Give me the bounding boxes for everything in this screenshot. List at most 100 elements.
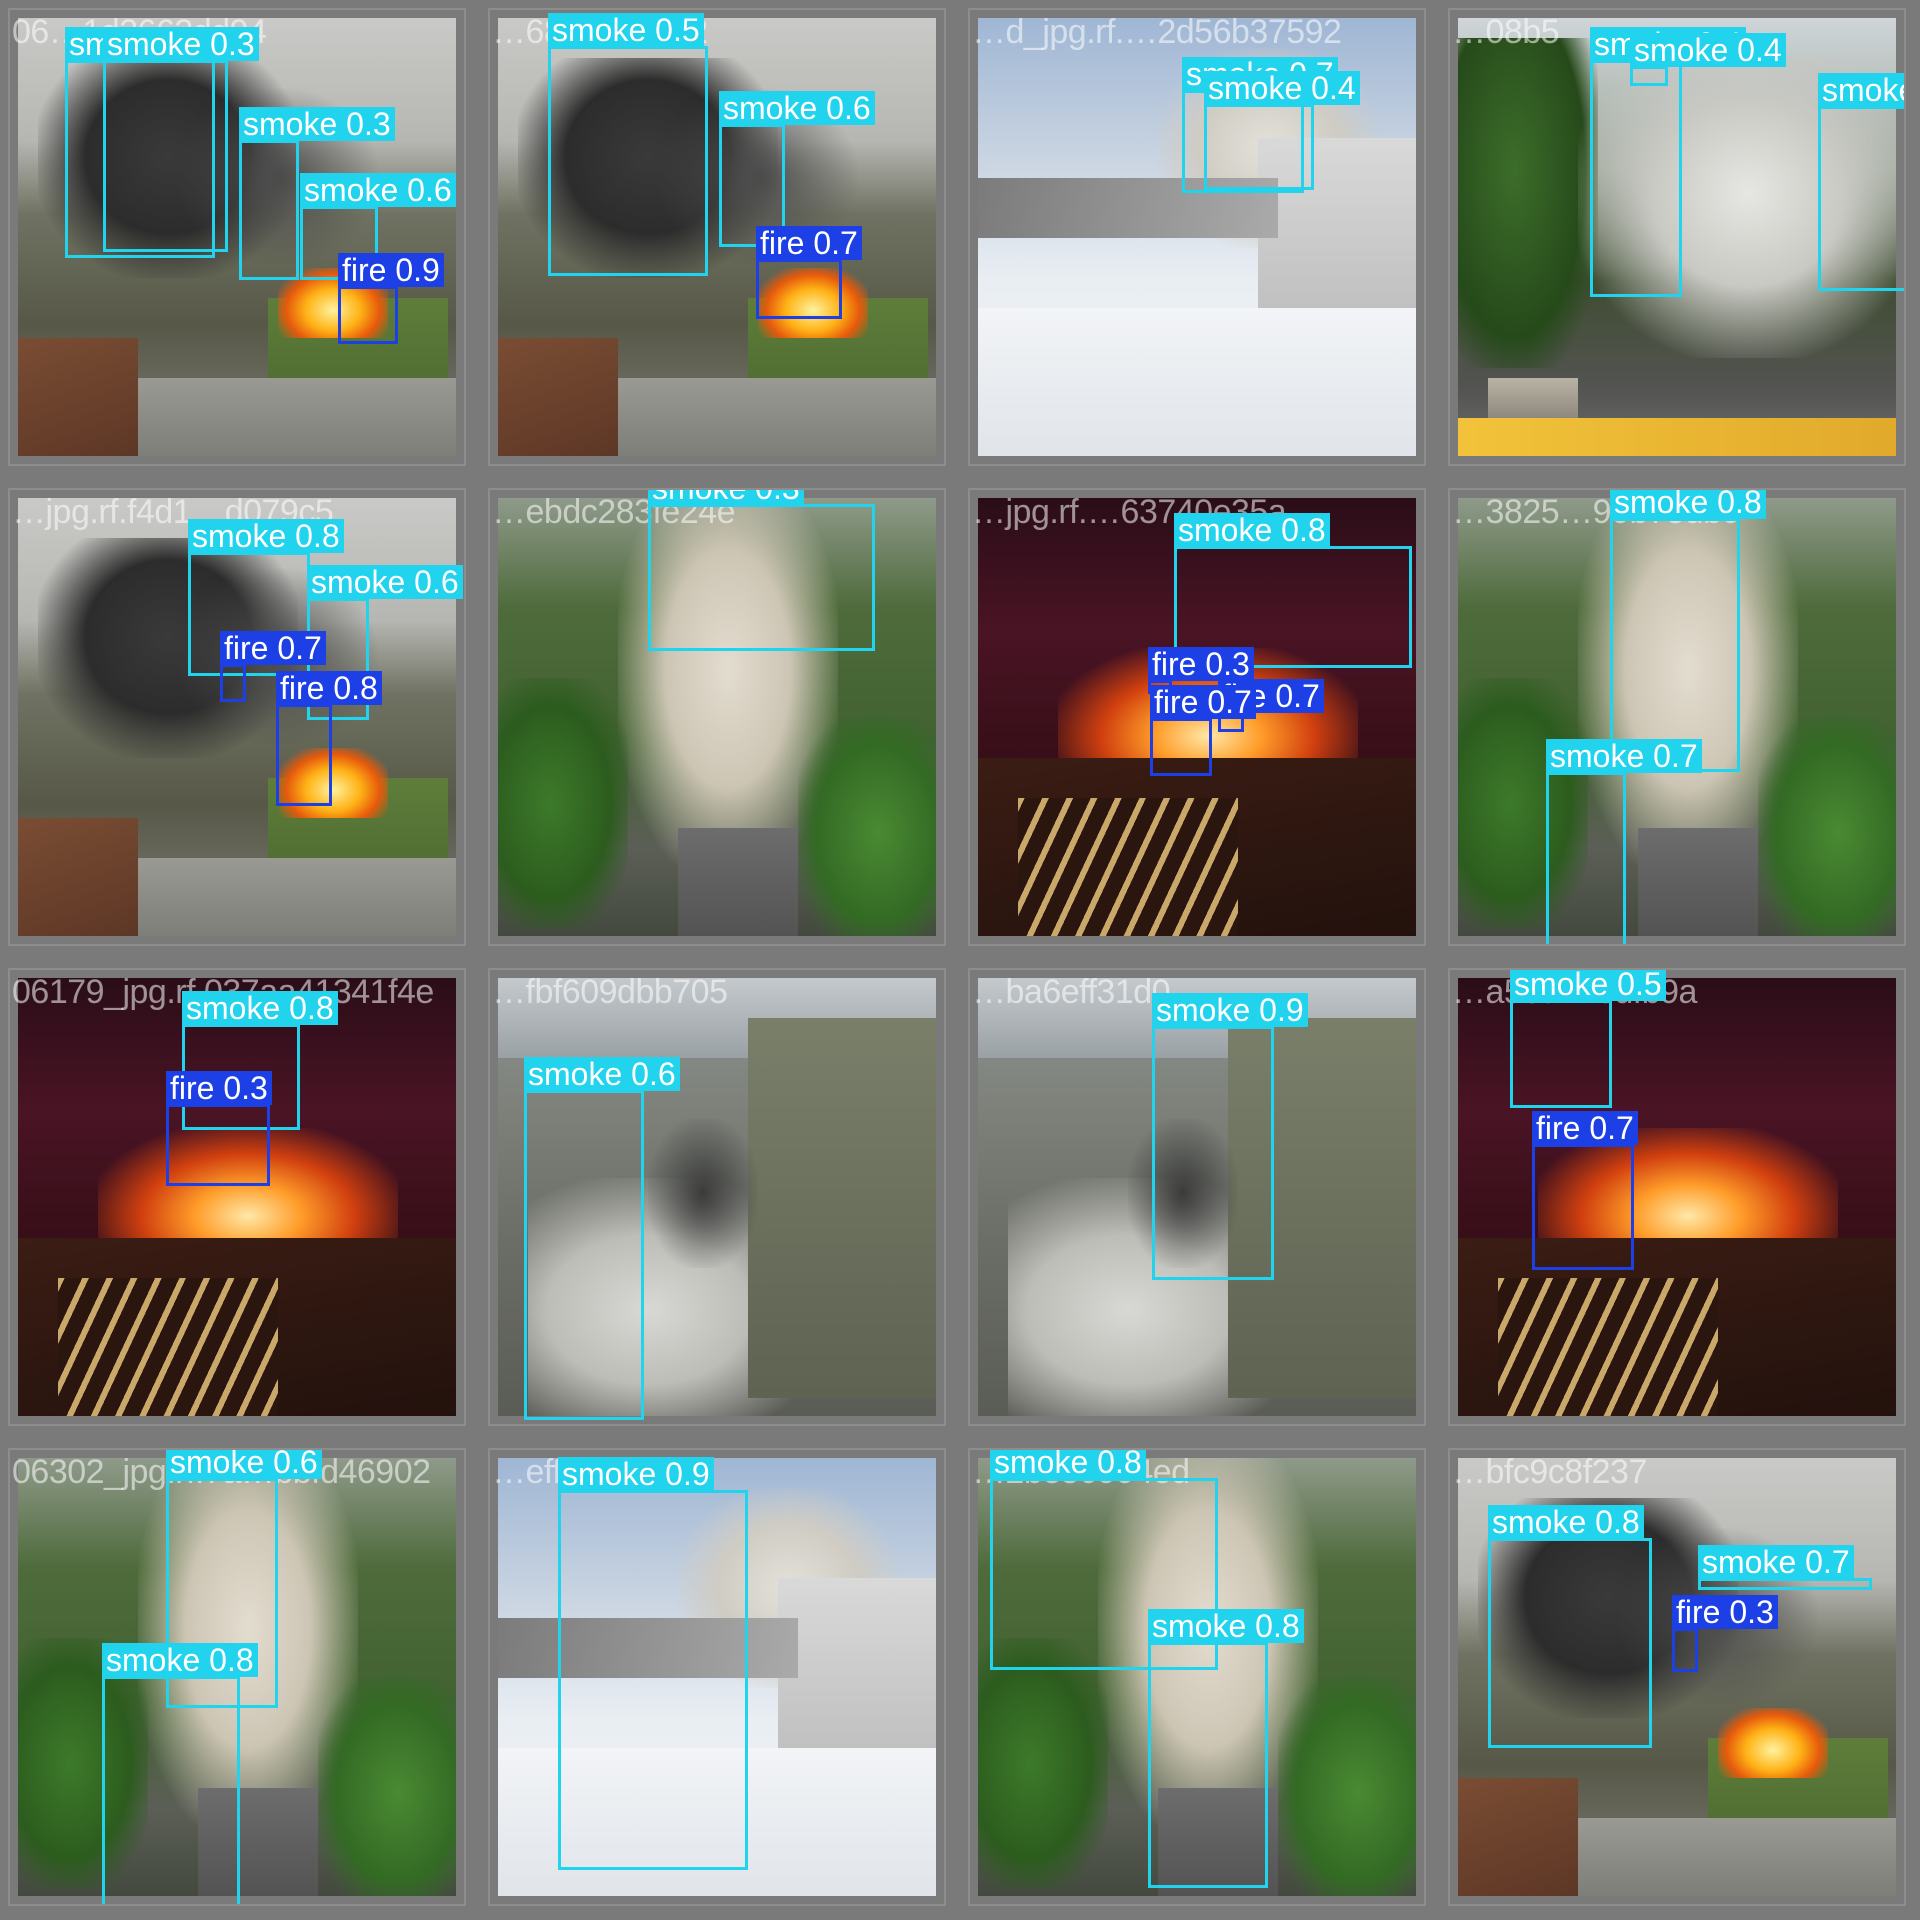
detection-tile: …3825…90b75db0 smoke 0.8 smoke 0.7 [1448,488,1906,946]
scene-region [1578,1818,1896,1896]
detection-label: smoke 0.8 [1818,73,1904,107]
detection-label: smoke 0.3 [648,490,804,505]
detection-label: fire 0.7 [1150,685,1256,719]
scene-region [498,678,628,928]
smoke-bounding-box: smoke 0.8 [1148,1609,1304,1888]
smoke-bounding-box: smoke 0.4 [1590,27,1746,297]
fire-bounding-box: fire 0.7 [756,226,862,319]
smoke-bounding-box: smoke 0.9 [558,1457,748,1870]
detection-label: smoke 0.5 [1510,970,1666,1001]
scene-region [318,1678,456,1896]
detection-tile: …jpg.rf.…63740e35a smoke 0.8 fire 0.3 fire … [968,488,1426,946]
detection-tile: 06302_jpg.rf.7a…bbfd46902smoke 0.6smoke … [8,1448,466,1906]
fire-bounding-box: fire 0.9 [338,253,444,344]
scene-region [1458,418,1896,456]
smoke-bounding-box: smoke 0.9 [1152,993,1308,1280]
scene-region [138,858,456,936]
scene-region [18,338,138,456]
scene-region [1278,1678,1416,1896]
smoke-bounding-box: smoke 0.7 [1546,739,1702,944]
detection-tile: …08b5 smoke 0.4 smoke 0.8 smoke 0.4 [1448,8,1906,466]
detection-label: smoke 0.8 [188,519,344,553]
smoke-bounding-box: smoke 0.8 [1488,1505,1652,1748]
scene-region [978,308,1416,456]
scene-region [498,338,618,456]
detection-label: smoke 0.4 [1630,33,1786,67]
detection-label: smoke 0.6 [307,565,463,599]
detection-label: smoke 0.8 [1610,490,1766,519]
smoke-bounding-box: smoke 0.5 [1510,970,1666,1108]
scene-region [1458,38,1598,368]
smoke-bounding-box: smoke 0.3 [103,27,259,252]
fire-bounding-box: fire 0.7 [220,631,326,702]
image-filename: …fbf609dbb705 [492,973,728,1011]
fire-bounding-box: fire 0.3 [166,1071,272,1186]
detection-label: smoke 0.6 [300,173,456,207]
detection-label: smoke 0.9 [558,1457,714,1491]
detection-label: smoke 0.8 [1148,1609,1304,1643]
detection-label: smoke 0.6 [524,1057,680,1091]
detection-label: smoke 0.8 [990,1450,1146,1479]
detection-label: fire 0.7 [756,226,862,260]
fire-bounding-box: fire 0.7 [1150,685,1256,776]
scene-region [1758,718,1896,936]
scene-region [138,378,456,456]
scene-region [1718,1708,1828,1778]
scene-region [1498,1278,1718,1416]
scene-region [618,378,936,456]
fire-bounding-box: fire 0.7 [1532,1111,1638,1270]
smoke-bounding-box: smoke 0.8 [1818,73,1904,291]
detection-label: fire 0.8 [276,671,382,705]
detection-label: smoke 0.8 [1488,1505,1644,1539]
detection-label: smoke 0.8 [1174,513,1330,547]
smoke-bounding-box: smoke 0.4 [1630,33,1786,86]
fire-bounding-box: fire 0.8 [276,671,382,806]
detection-label: smoke 0.3 [239,107,395,141]
detection-tile: …bfc9c8f237 smoke 0.8 smoke 0.7 fire 0.3 [1448,1448,1906,1906]
detection-tile: …eff173db7smoke 0.9 [488,1448,946,1906]
detection-tile: …2be50994edsmoke 0.8smoke 0.8 [968,1448,1426,1906]
smoke-bounding-box: smoke 0.8 [1610,490,1766,772]
scene-region [648,1118,758,1268]
scene-region [798,718,936,936]
detection-tile: …a53a74edfb9asmoke 0.5fire 0.7 [1448,968,1906,1426]
detection-label: smoke 0.3 [103,27,259,61]
scene-region [748,1018,936,1398]
detection-label: smoke 0.5 [548,13,704,47]
detection-label: fire 0.7 [220,631,326,665]
detection-label: smoke 0.6 [719,91,875,125]
scene-region [678,828,798,936]
image-filename: …d_jpg.rf.…2d56b37592 [972,13,1342,51]
detection-label: smoke 0.7 [1546,739,1702,773]
detection-label: smoke 0.9 [1152,993,1308,1027]
detection-tile: …jpg.rf.f4d1…d079c5 smoke 0.8 smoke 0.6 fir… [8,488,466,946]
smoke-bounding-box: smoke 0.3 [239,107,395,280]
detection-label: fire 0.3 [1148,647,1254,681]
detection-label: fire 0.3 [1672,1595,1778,1629]
scene-region [1488,378,1578,418]
smoke-bounding-box: smoke 0.3 [648,490,875,651]
detection-label: smoke 0.8 [182,991,338,1025]
detection-tile: 06179_jpg.rf.037aa41341f4esmoke 0.8fire … [8,968,466,1426]
smoke-bounding-box: smoke 0.5 [548,13,708,276]
detection-tile: …688ce2b652smoke 0.5smoke 0.6fire 0.7 [488,8,946,466]
image-filename: …08b5 [1452,13,1560,51]
image-filename: …ba6eff31d0 [972,973,1171,1011]
scene-region [18,818,138,936]
smoke-bounding-box: smoke 0.8 [102,1643,258,1904]
scene-region [58,1278,278,1416]
scene-region [1458,1778,1578,1896]
detection-label: fire 0.9 [338,253,444,287]
scene-region [1638,828,1758,936]
detection-label: fire 0.3 [166,1071,272,1105]
detection-grid: 06…1d2663dd94smoke 0.3smoke 0.3smoke 0.3… [0,0,1920,1920]
detection-tile: …ba6eff31d0 smoke 0.9 [968,968,1426,1426]
detection-tile: …ebdc283fe24e smoke 0.3 [488,488,946,946]
fire-bounding-box: fire 0.3 [1672,1595,1778,1672]
image-filename: …bfc9c8f237 [1452,1453,1647,1491]
detection-label: smoke 0.4 [1204,71,1360,105]
scene-region [978,1638,1108,1888]
detection-tile: 06…1d2663dd94smoke 0.3smoke 0.3smoke 0.3… [8,8,466,466]
detection-label: smoke 0.8 [102,1643,258,1677]
smoke-bounding-box: smoke 0.6 [524,1057,680,1420]
